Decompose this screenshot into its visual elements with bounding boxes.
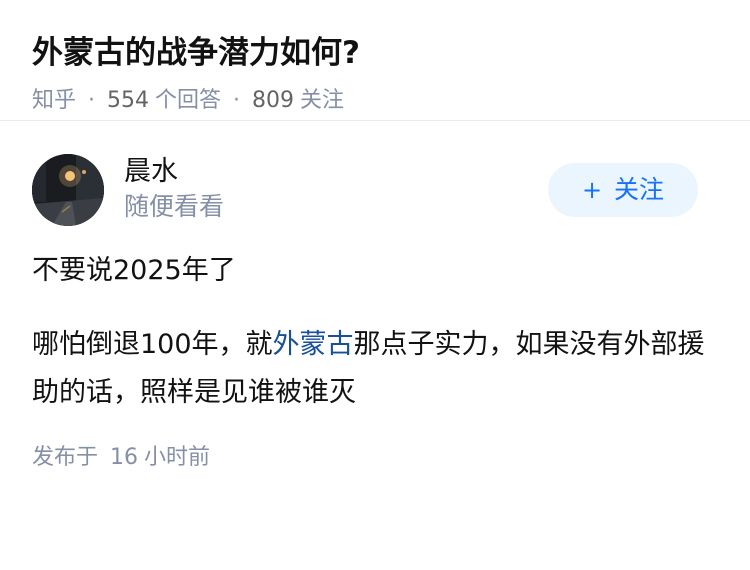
publish-unit: 小时前 <box>144 445 211 470</box>
plus-icon: + <box>581 176 603 204</box>
author-name[interactable]: 晨水 <box>124 154 224 190</box>
answer-card: 晨水 随便看看 + 关注 不要说2025年了 哪怕倒退100年，就外蒙古那点子实力… <box>0 121 750 473</box>
question-meta: 知乎 · 554 个回答 · 809 关注 <box>32 86 718 116</box>
publish-time: 发布于 16 小时前 <box>32 443 718 473</box>
meta-separator: · <box>88 88 96 113</box>
night-street-avatar-icon <box>32 154 104 226</box>
answer-paragraph: 不要说2025年了 <box>32 255 236 286</box>
question-title[interactable]: 外蒙古的战争潜力如何? <box>32 30 718 76</box>
author-info: 晨水 随便看看 <box>124 154 224 224</box>
avatar[interactable] <box>32 154 104 226</box>
topic-link-outer-mongolia[interactable]: 外蒙古 <box>273 329 354 360</box>
publish-number: 16 <box>110 445 139 470</box>
author-row: 晨水 随便看看 + 关注 <box>32 121 718 231</box>
answer-paragraph: 哪怕倒退100年，就外蒙古那点子实力，如果没有外部援助的话，照样是见谁被谁灭 <box>32 321 718 417</box>
source-label[interactable]: 知乎 <box>32 88 76 113</box>
author-bio: 随便看看 <box>124 192 225 221</box>
publish-label: 发布于 <box>32 445 99 470</box>
follow-button[interactable]: + 关注 <box>548 163 698 217</box>
answer-count-label: 个回答 <box>155 88 222 113</box>
answer-count: 554 <box>107 88 150 113</box>
meta-separator: · <box>233 88 241 113</box>
question-header: 外蒙古的战争潜力如何? 知乎 · 554 个回答 · 809 关注 <box>0 0 750 121</box>
answer-content: 不要说2025年了 哪怕倒退100年，就外蒙古那点子实力，如果没有外部援助的话，… <box>32 247 718 417</box>
follow-button-label: 关注 <box>614 175 665 204</box>
follow-count-label: 关注 <box>300 88 345 113</box>
paragraph-text: 哪怕倒退100年，就 <box>32 329 273 360</box>
follow-count: 809 <box>252 88 295 113</box>
